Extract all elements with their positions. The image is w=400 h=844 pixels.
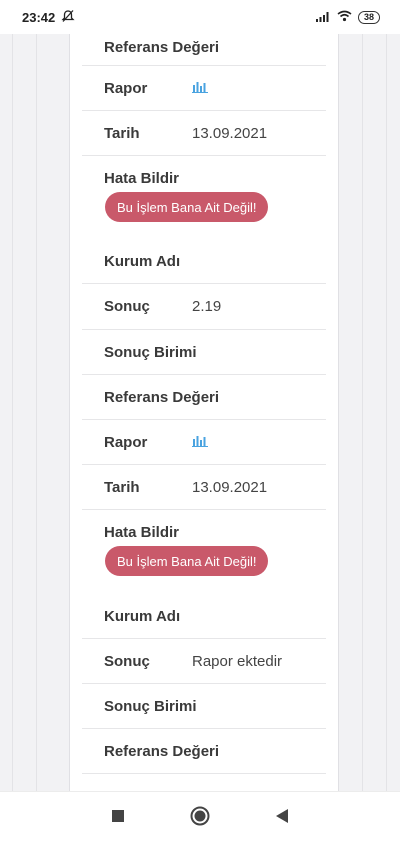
field-label-error: Hata Bildir <box>104 524 180 541</box>
field-row-result: Sonuç 2.19 <box>82 284 326 330</box>
field-value-result: Rapor ektedir <box>192 652 283 670</box>
battery-indicator: 38 <box>357 10 380 24</box>
field-row-date: Tarih 13.09.2021 <box>82 111 326 156</box>
recent-apps-button[interactable] <box>111 809 125 828</box>
bar-chart-icon[interactable] <box>192 79 208 98</box>
signal-icon <box>315 10 331 25</box>
field-label-report: Rapor <box>104 79 148 97</box>
field-label-reference: Referans Değeri <box>104 39 220 56</box>
field-label-institution: Kurum Adı <box>104 253 181 270</box>
status-bar: 23:42 38 <box>0 0 400 34</box>
wifi-icon <box>337 10 352 25</box>
background-line <box>12 34 13 792</box>
field-label-unit: Sonuç Birimi <box>104 343 197 361</box>
field-row-reference: Referans Değeri <box>82 729 326 774</box>
field-label-reference: Referans Değeri <box>104 742 220 760</box>
field-value-result: 2.19 <box>192 298 222 315</box>
field-row-institution: Kurum Adı <box>82 594 326 639</box>
bar-chart-icon[interactable] <box>192 433 208 452</box>
field-label-reference: Referans Değeri <box>104 388 220 406</box>
back-button[interactable] <box>275 808 289 829</box>
system-navigation-bar <box>0 791 400 844</box>
field-label-institution: Kurum Adı <box>104 607 181 625</box>
status-time: 23:42 <box>22 9 56 25</box>
field-row-institution: Kurum Adı <box>82 240 326 284</box>
field-row-report: Rapor <box>82 420 326 465</box>
home-button[interactable] <box>190 806 210 831</box>
background-line <box>386 34 387 792</box>
field-value-date: 13.09.2021 <box>192 124 268 142</box>
field-row-date: Tarih 13.09.2021 <box>82 465 326 510</box>
field-label-result: Sonuç <box>104 298 150 315</box>
field-label-date: Tarih <box>104 478 140 496</box>
field-label-report: Rapor <box>104 433 148 451</box>
background-line <box>36 34 37 792</box>
field-value-date: 13.09.2021 <box>192 478 268 496</box>
field-row-result: Sonuç Rapor ektedir <box>82 639 326 684</box>
field-row-reference: Referans Değeri <box>82 30 326 66</box>
field-label-error: Hata Bildir <box>104 170 180 187</box>
report-not-mine-button[interactable]: Bu İşlem Bana Ait Değil! <box>105 546 269 576</box>
field-label-result: Sonuç <box>104 652 150 670</box>
notifications-off-icon <box>61 9 75 26</box>
field-label-date: Tarih <box>104 124 140 142</box>
background-line <box>362 34 363 792</box>
field-row-unit: Sonuç Birimi <box>82 330 326 375</box>
records-card[interactable]: Referans Değeri Rapor Tarih 13.09.2021 H… <box>69 28 339 792</box>
field-row-report: Rapor <box>82 66 326 111</box>
field-row-unit: Sonuç Birimi <box>82 684 326 729</box>
report-not-mine-button[interactable]: Bu İşlem Bana Ait Değil! <box>105 192 269 222</box>
field-row-reference: Referans Değeri <box>82 375 326 420</box>
field-label-unit: Sonuç Birimi <box>104 697 197 715</box>
